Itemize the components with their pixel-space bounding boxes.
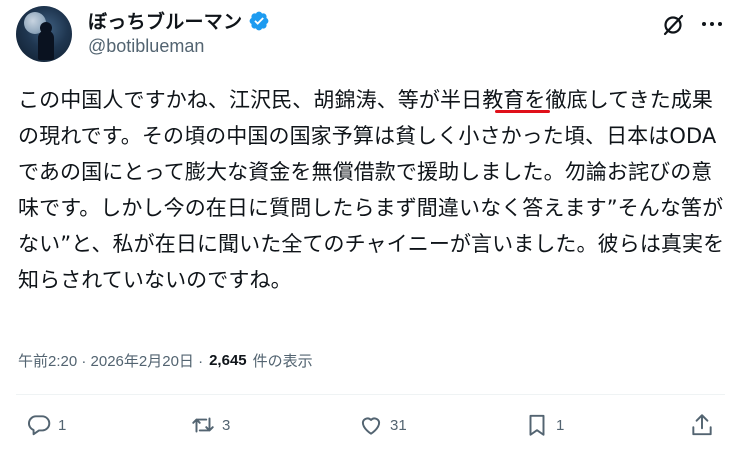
bookmark-icon [529,414,545,436]
tweet-text: この中国人ですかね、江沢民、胡錦涛、等が半日教育を徹底してきた成果の現れです。そ… [18,88,725,292]
tweet-meta: 午前2:20 · 2026年2月20日 · 2,645 件の表示 [18,350,313,371]
divider [16,394,725,395]
author-name-row: ぼっちブルーマン [88,7,270,34]
view-count-label: 件の表示 [252,353,313,370]
like-button[interactable]: 31 [358,412,407,438]
like-icon [361,417,381,435]
retweet-count: 3 [222,416,231,434]
action-bar: 1 3 31 1 [0,412,741,452]
annotation-underline [495,110,550,113]
reply-icon [27,415,51,436]
verified-badge-icon[interactable] [248,10,270,32]
grok-icon[interactable] [660,12,686,38]
avatar-figure [38,30,54,60]
like-count: 31 [390,416,407,434]
bookmark-count: 1 [556,416,565,434]
reply-count: 1 [58,416,67,434]
user-handle[interactable]: @botiblueman [88,36,204,57]
retweet-button[interactable]: 3 [190,412,230,438]
timestamp[interactable]: 午前2:20 · 2026年2月20日 · [18,350,203,371]
view-count: 2,645 [209,352,247,369]
share-button[interactable] [689,412,715,438]
more-icon[interactable] [699,11,725,37]
display-name[interactable]: ぼっちブルーマン [88,7,242,34]
bookmark-button[interactable]: 1 [524,412,564,438]
share-icon [692,414,712,436]
reply-button[interactable]: 1 [26,412,66,438]
retweet-icon [192,417,214,433]
avatar[interactable] [16,6,72,62]
